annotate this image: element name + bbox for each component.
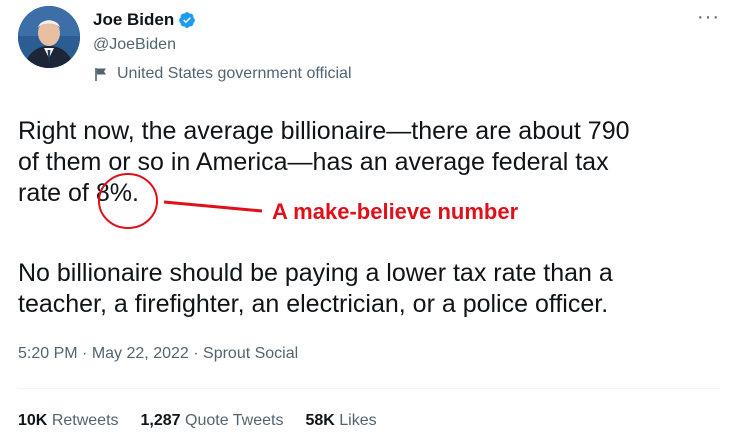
tweet-line-3-prefix: rate of [18,179,96,207]
likes-label: Likes [339,412,377,429]
tweet-time[interactable]: 5:20 PM [18,345,78,362]
meta-separator: · [193,345,199,362]
retweets-stat[interactable]: 10K Retweets [18,412,119,430]
government-label-text: United States government official [117,65,352,82]
retweets-count: 10K [18,412,48,429]
divider [18,388,720,389]
author-handle[interactable]: @JoeBiden [93,36,176,54]
tweet-paragraph-2: No billionaire should be paying a lower … [18,258,726,320]
tweet-line-1: Right now, the average billionaire—there… [18,117,630,145]
likes-count: 58K [305,412,335,429]
engagement-stats: 10K Retweets 1,287 Quote Tweets 58K Like… [18,412,377,430]
government-label[interactable]: United States government official [93,65,352,83]
tweet-line-3-suffix: . [131,179,139,207]
quote-tweets-label: Quote Tweets [185,412,284,429]
tweet-highlight: 8% [95,179,132,207]
author-name[interactable]: Joe Biden [93,10,174,30]
quote-tweets-stat[interactable]: 1,287 Quote Tweets [141,412,284,430]
author-name-row[interactable]: Joe Biden [93,10,196,30]
quote-tweets-count: 1,287 [140,412,181,429]
avatar[interactable] [18,6,80,68]
retweets-label: Retweets [51,412,119,429]
avatar-image [18,6,80,68]
tweet-source[interactable]: Sprout Social [203,345,298,362]
annotation-text: A make-believe number [272,199,519,224]
tweet-line-2: of them or so in America—has an average … [18,148,609,176]
verified-badge-icon [179,12,196,28]
meta-separator: · [82,345,88,362]
tweet-metadata: 5:20 PM · May 22, 2022 · Sprout Social [18,345,298,363]
tweet-date[interactable]: May 22, 2022 [92,345,189,362]
tweet-para2-line-2: teacher, a firefighter, an electrician, … [18,290,609,318]
tweet-para2-line-1: No billionaire should be paying a lower … [18,259,613,287]
likes-stat[interactable]: 58K Likes [305,412,376,430]
flag-icon [95,68,106,81]
tweet-text: Right now, the average billionaire—there… [18,116,726,209]
more-options-icon[interactable]: ··· [697,6,720,29]
